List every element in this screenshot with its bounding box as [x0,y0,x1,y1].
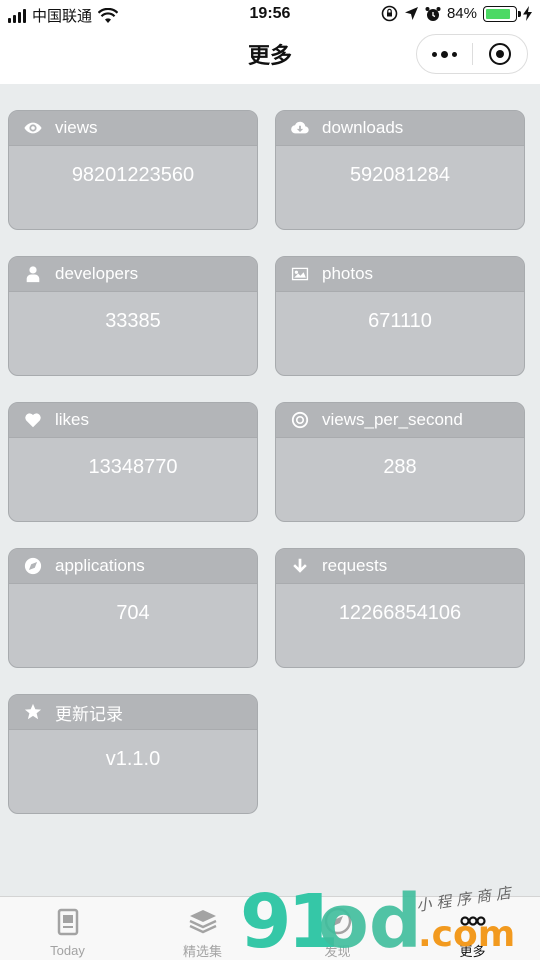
tab-label: 精选集 [182,944,222,959]
card-value: 12266854106 [338,602,462,624]
card-header: views [9,111,257,146]
compass-icon [321,905,355,937]
stat-card-requests[interactable]: requests 12266854106 [275,548,525,668]
tab-label: Today [50,943,85,958]
stat-card-changelog[interactable]: 更新记录 v1.1.0 [8,694,258,814]
battery-percent: 84% [446,5,477,22]
tab-discover[interactable]: 发现 [270,897,405,960]
layers-icon [186,905,220,937]
card-header: 更新记录 [9,695,257,730]
card-header: likes [9,403,257,438]
card-label: 更新记录 [55,704,123,724]
charging-icon [523,6,532,21]
battery-fill [486,8,510,19]
card-header: views_per_second [276,403,524,438]
status-right: 84% [381,5,532,22]
star-icon [23,702,43,722]
card-label: requests [322,556,388,575]
card-header: developers [9,257,257,292]
tab-label: 更多 [459,944,486,959]
more-icon [456,905,490,937]
card-value: 13348770 [88,456,178,478]
eye-icon [23,118,43,138]
card-label: views_per_second [322,410,463,429]
stat-card-downloads[interactable]: downloads 592081284 [275,110,525,230]
stat-card-views[interactable]: views 98201223560 [8,110,258,230]
orientation-lock-icon [381,5,398,22]
target-close-icon [488,43,511,65]
alarm-icon [425,6,441,21]
card-label: views [55,118,98,137]
stat-card-applications[interactable]: applications 704 [8,548,258,668]
card-header: photos [276,257,524,292]
battery-icon [483,5,521,22]
card-value: 592081284 [349,164,451,186]
image-icon [290,264,310,284]
stat-card-photos[interactable]: photos 671110 [275,256,525,376]
compass-icon [23,556,43,576]
status-bar: 中国联通 19:56 84% [0,0,540,28]
more-options-button[interactable] [417,35,472,73]
tab-bar: Today 精选集 发现 更多 [0,896,540,960]
miniapp-capsule [416,34,528,74]
document-icon [51,905,85,939]
card-header: requests [276,549,524,584]
card-label: applications [55,556,145,575]
close-miniapp-button[interactable] [473,35,527,73]
card-value: 704 [116,602,150,624]
card-header: downloads [276,111,524,146]
stats-grid: views 98201223560 downloads 592081284 de… [8,110,526,814]
card-label: photos [322,264,374,283]
stat-card-developers[interactable]: developers 33385 [8,256,258,376]
arrow-down-icon [290,556,310,576]
card-value: 671110 [368,310,432,332]
stat-card-likes[interactable]: likes 13348770 [8,402,258,522]
target-icon [290,410,310,430]
navigation-bar: 更多 [0,28,540,84]
card-value: 288 [383,456,417,478]
tab-today[interactable]: Today [0,897,135,960]
card-value: 33385 [105,310,161,332]
tab-more[interactable]: 更多 [405,897,540,960]
tab-label: 发现 [324,944,351,959]
card-header: applications [9,549,257,584]
cloud-download-icon [290,118,310,138]
card-value: v1.1.0 [105,748,161,770]
location-icon [404,7,418,20]
stat-card-views-per-second[interactable]: views_per_second 288 [275,402,525,522]
card-label: likes [55,410,90,429]
card-label: downloads [322,118,404,137]
user-icon [23,264,43,284]
card-value: 98201223560 [71,164,195,186]
heart-icon [23,410,43,430]
tab-featured[interactable]: 精选集 [135,897,270,960]
card-label: developers [55,264,139,283]
